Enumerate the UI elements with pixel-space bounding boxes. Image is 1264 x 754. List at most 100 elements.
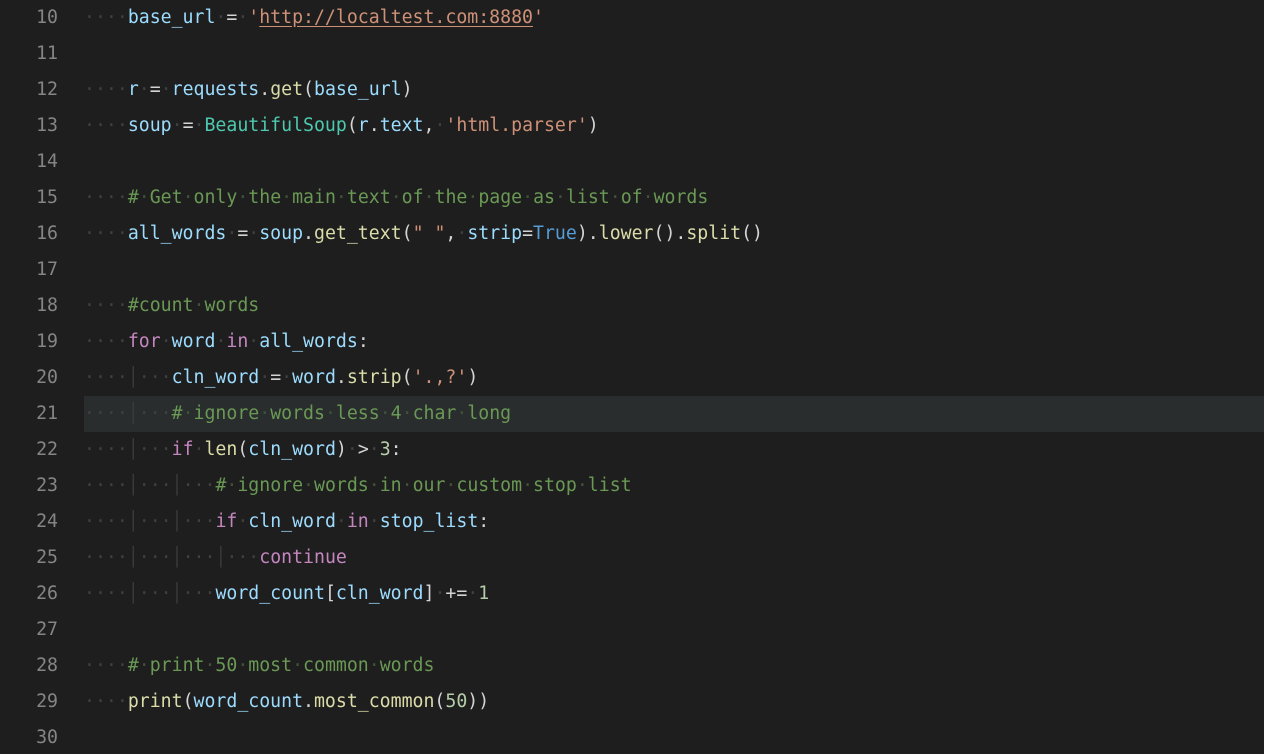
code-line[interactable]: ····│···if·len(cln_word)·>·3: [84, 432, 1264, 468]
token-punc: . [675, 223, 686, 244]
whitespace-dot: · [106, 295, 117, 316]
whitespace-dot: · [95, 583, 106, 604]
line-number: 25 [0, 540, 58, 576]
whitespace-dot: · [106, 367, 117, 388]
whitespace-dot: · [204, 511, 215, 532]
token-kw: for [128, 331, 161, 352]
token-punc: ( [183, 691, 194, 712]
whitespace-dot: · [95, 655, 106, 676]
code-line[interactable]: ····r·=·requests.get(base_url) [84, 72, 1264, 108]
token-ws: · [434, 583, 445, 604]
whitespace-dot: · [139, 583, 150, 604]
code-line[interactable] [84, 144, 1264, 180]
token-ws: · [369, 439, 380, 460]
whitespace-dot: · [95, 367, 106, 388]
token-ws: · [434, 115, 445, 136]
line-number: 24 [0, 504, 58, 540]
whitespace-dot: · [117, 331, 128, 352]
whitespace-dot: · [106, 331, 117, 352]
token-cmt: #count·words [128, 295, 259, 316]
whitespace-dot: · [161, 439, 172, 460]
code-area[interactable]: ····base_url·=·'http://localtest.com:888… [76, 0, 1264, 754]
code-line[interactable]: ····#·Get·only·the·main·text·of·the·page… [84, 180, 1264, 216]
line-number: 10 [0, 0, 58, 36]
token-kw: continue [259, 547, 347, 568]
line-number: 17 [0, 252, 58, 288]
code-line[interactable]: ····│···#·ignore·words·less·4·char·long [84, 396, 1264, 432]
whitespace-dot: · [183, 547, 194, 568]
whitespace-dot: · [106, 475, 117, 496]
whitespace-dot: · [84, 187, 95, 208]
line-number: 27 [0, 612, 58, 648]
token-var: cln_word [336, 583, 424, 604]
code-line[interactable]: ····print(word_count.most_common(50)) [84, 684, 1264, 720]
token-punc: ] [424, 583, 435, 604]
whitespace-dot: · [84, 691, 95, 712]
indent-guide: │ [128, 439, 139, 460]
token-fn: get [270, 79, 303, 100]
line-number: 22 [0, 432, 58, 468]
whitespace-dot: · [106, 115, 117, 136]
whitespace-dot: · [95, 295, 106, 316]
token-var: cln_word [172, 367, 260, 388]
token-op: = [183, 115, 194, 136]
token-cmt: #·Get·only·the·main·text·of·the·page·as·… [128, 187, 709, 208]
token-punc: , [424, 115, 435, 136]
token-var: cln_word [248, 511, 336, 532]
code-line[interactable]: ····soup·=·BeautifulSoup(r.text,·'html.p… [84, 108, 1264, 144]
whitespace-dot: · [106, 223, 117, 244]
code-line[interactable]: ····all_words·=·soup.get_text(" ",·strip… [84, 216, 1264, 252]
line-number: 30 [0, 720, 58, 754]
line-number: 12 [0, 72, 58, 108]
token-ws: · [248, 331, 259, 352]
token-bool: True [533, 223, 577, 244]
code-line[interactable]: ····#count·words [84, 288, 1264, 324]
indent-guide: │ [172, 547, 183, 568]
code-line[interactable]: ····│···│···word_count[cln_word]·+=·1 [84, 576, 1264, 612]
token-op: = [226, 7, 237, 28]
whitespace-dot: · [84, 439, 95, 460]
code-line[interactable]: ····│···cln_word·=·word.strip('.,?') [84, 360, 1264, 396]
line-number: 23 [0, 468, 58, 504]
code-line[interactable]: ····│···│···│···continue [84, 540, 1264, 576]
code-line[interactable]: ····│···│···if·cln_word·in·stop_list: [84, 504, 1264, 540]
token-var: word [172, 331, 216, 352]
whitespace-dot: · [84, 475, 95, 496]
line-number: 11 [0, 36, 58, 72]
code-line[interactable] [84, 252, 1264, 288]
token-op: > [358, 439, 369, 460]
whitespace-dot: · [161, 367, 172, 388]
token-var: soup [259, 223, 303, 244]
token-var: soup [128, 115, 172, 136]
whitespace-dot: · [84, 7, 95, 28]
token-punc: ( [402, 223, 413, 244]
code-line[interactable]: ····for·word·in·all_words: [84, 324, 1264, 360]
code-line[interactable]: ····│···│···#·ignore·words·in·our·custom… [84, 468, 1264, 504]
code-line[interactable] [84, 36, 1264, 72]
whitespace-dot: · [117, 115, 128, 136]
code-line[interactable] [84, 612, 1264, 648]
code-line[interactable]: ····#·print·50·most·common·words [84, 648, 1264, 684]
whitespace-dot: · [84, 223, 95, 244]
token-ws: · [467, 583, 478, 604]
whitespace-dot: · [106, 655, 117, 676]
whitespace-dot: · [117, 187, 128, 208]
whitespace-dot: · [204, 475, 215, 496]
line-number: 18 [0, 288, 58, 324]
whitespace-dot: · [84, 367, 95, 388]
token-cls: BeautifulSoup [204, 115, 346, 136]
code-editor[interactable]: 1011121314151617181920212223242526272829… [0, 0, 1264, 754]
token-punc: . [259, 79, 270, 100]
token-var: all_words [259, 331, 358, 352]
token-ws: · [139, 79, 150, 100]
code-line[interactable] [84, 720, 1264, 754]
whitespace-dot: · [84, 331, 95, 352]
token-fn: most_common [314, 691, 434, 712]
whitespace-dot: · [106, 79, 117, 100]
token-fn: lower [599, 223, 654, 244]
token-ws: · [237, 511, 248, 532]
code-line[interactable]: ····base_url·=·'http://localtest.com:888… [84, 0, 1264, 36]
whitespace-dot: · [194, 547, 205, 568]
whitespace-dot: · [194, 475, 205, 496]
token-num: 1 [478, 583, 489, 604]
